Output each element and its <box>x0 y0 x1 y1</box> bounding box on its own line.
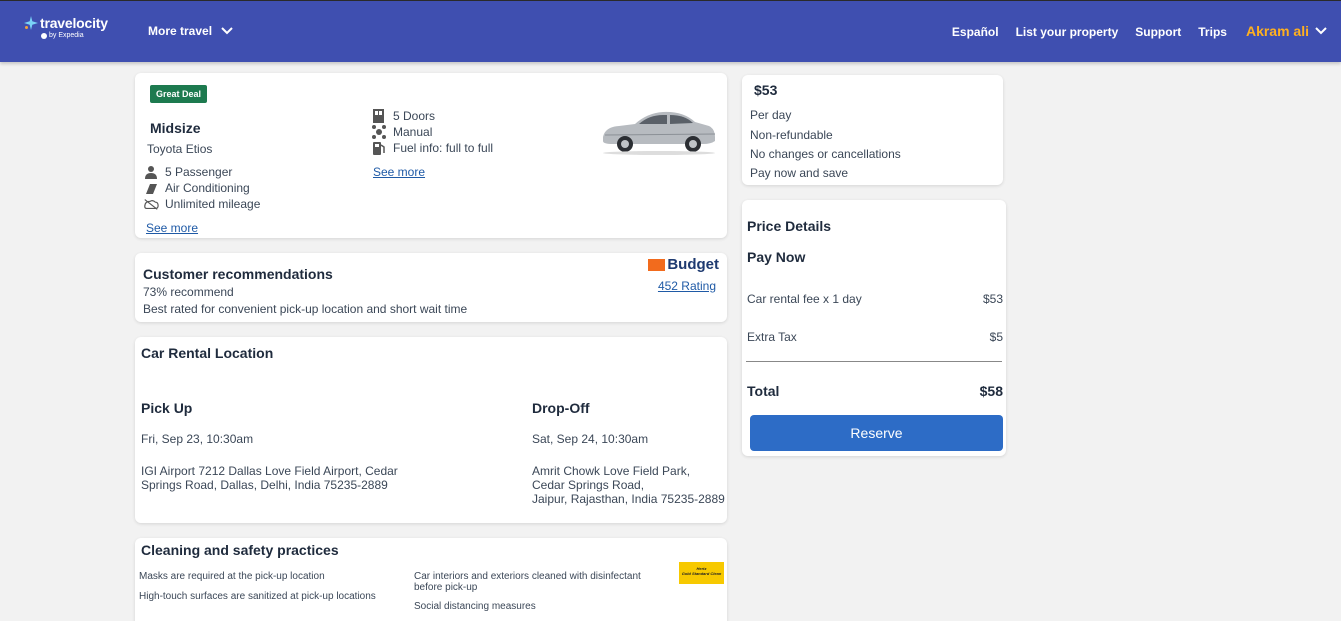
car-image <box>603 111 716 155</box>
recommendations-title: Customer recommendations <box>143 266 333 282</box>
car-model: Toyota Etios <box>147 142 213 156</box>
user-menu[interactable]: Akram ali <box>1246 23 1327 39</box>
cleaning-item: Car interiors and exteriors cleaned with… <box>414 571 641 593</box>
car-class: Midsize <box>150 120 201 136</box>
budget-logo: Budget <box>648 256 719 273</box>
nav-trips[interactable]: Trips <box>1198 25 1227 39</box>
budget-logo-icon <box>648 258 666 271</box>
cleaning-item: Social distancing measures <box>414 601 536 612</box>
more-travel-menu[interactable]: More travel <box>148 24 234 38</box>
car-features-right: 5 Doors Manual Fuel info: full to full <box>371 108 493 156</box>
nav-espanol[interactable]: Español <box>952 25 999 39</box>
brand-name: travelocity <box>40 15 108 31</box>
pay-now-title: Pay Now <box>747 249 806 265</box>
person-icon <box>145 166 157 179</box>
price-details-title: Price Details <box>747 218 832 234</box>
price-row-rental: Car rental fee x 1 day $53 <box>747 292 1003 306</box>
reserve-button[interactable]: Reserve <box>750 415 1003 451</box>
price-note: Non-refundable <box>750 128 833 142</box>
cleaning-safety-card: Cleaning and safety practices Masks are … <box>135 538 727 621</box>
more-travel-label: More travel <box>148 24 213 38</box>
total-row: Total $58 <box>747 383 1003 399</box>
price-summary-card: $53 Per day Non-refundable No changes or… <box>742 75 1003 185</box>
pickup-datetime: Fri, Sep 23, 10:30am <box>141 432 254 446</box>
cleaning-item: High-touch surfaces are sanitized at pic… <box>139 591 376 602</box>
price-note: No changes or cancellations <box>750 147 901 161</box>
daily-price: $53 <box>754 82 778 98</box>
star-logo-icon <box>24 16 38 30</box>
pickup-section: Pick Up Fri, Sep 23, 10:30am IGI Airport… <box>141 400 398 492</box>
car-details-card: Great Deal Midsize Toyota Etios 5 Passen… <box>135 73 727 238</box>
feature-fuel: Fuel info: full to full <box>371 140 493 156</box>
expedia-icon <box>41 32 47 39</box>
chevron-down-icon <box>1315 27 1327 35</box>
dropoff-address: Amrit Chowk Love Field Park, Cedar Sprin… <box>532 464 725 506</box>
car-features-left: 5 Passenger Air Conditioning Unlimited m… <box>143 164 260 212</box>
nav-links: Español List your property Support Trips… <box>952 23 1327 39</box>
snowflake-icon <box>146 184 157 194</box>
chevron-down-icon <box>221 27 233 35</box>
hertz-gold-standard-logo: Hertz Gold Standard Clean <box>679 562 724 584</box>
divider <box>746 361 1002 362</box>
fuel-icon <box>373 142 385 155</box>
location-title: Car Rental Location <box>141 345 274 361</box>
customer-recommendations-card: Customer recommendations 73% recommend B… <box>135 253 727 322</box>
travelocity-logo[interactable]: travelocity by Expedia <box>24 15 108 39</box>
great-deal-badge: Great Deal <box>150 85 208 103</box>
price-details-card: Price Details Pay Now Car rental fee x 1… <box>742 200 1006 456</box>
cleaning-item: Masks are required at the pick-up locati… <box>139 571 325 582</box>
dropoff-title: Drop-Off <box>532 400 590 416</box>
cleaning-title: Cleaning and safety practices <box>141 542 339 558</box>
user-name: Akram ali <box>1245 23 1309 39</box>
dropoff-datetime: Sat, Sep 24, 10:30am <box>532 432 649 446</box>
feature-mileage: Unlimited mileage <box>143 196 260 212</box>
dropoff-section: Drop-Off Sat, Sep 24, 10:30am Amrit Chow… <box>532 400 725 506</box>
see-more-link[interactable]: See more <box>146 221 198 235</box>
nav-support[interactable]: Support <box>1135 25 1181 39</box>
price-note: Pay now and save <box>750 166 849 180</box>
feature-passengers: 5 Passenger <box>143 164 260 180</box>
mileage-icon <box>144 199 159 210</box>
recommendation-description: Best rated for convenient pick-up locati… <box>143 302 468 316</box>
car-rental-location-card: Car Rental Location Pick Up Fri, Sep 23,… <box>135 337 727 523</box>
nav-list-property[interactable]: List your property <box>1016 25 1119 39</box>
gear-shift-icon <box>372 125 386 139</box>
feature-air-conditioning: Air Conditioning <box>143 180 260 196</box>
price-row-tax: Extra Tax $5 <box>747 330 1003 344</box>
pickup-address: IGI Airport 7212 Dallas Love Field Airpo… <box>141 464 398 492</box>
brand-sub: by Expedia <box>49 32 84 39</box>
price-note: Per day <box>750 108 792 122</box>
top-navigation-bar: travelocity by Expedia More travel Españ… <box>0 0 1341 62</box>
feature-doors: 5 Doors <box>371 108 493 124</box>
door-icon <box>373 109 384 123</box>
rating-link[interactable]: 452 Rating <box>658 279 716 293</box>
see-more-link[interactable]: See more <box>373 165 425 179</box>
recommend-percentage: 73% recommend <box>143 285 234 299</box>
feature-transmission: Manual <box>371 124 493 140</box>
pickup-title: Pick Up <box>141 400 193 416</box>
